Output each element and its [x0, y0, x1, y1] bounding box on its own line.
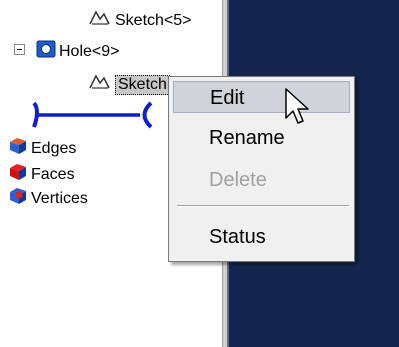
context-menu: Edit Rename Delete Status [168, 76, 355, 262]
edges-icon [8, 137, 28, 160]
tree-connector-icon [32, 101, 153, 129]
tree-item-faces[interactable]: Faces [8, 163, 75, 186]
tree-item-label: Faces [31, 165, 75, 183]
faces-icon [8, 163, 28, 186]
tree-item-hole-9[interactable]: Hole<9> [36, 40, 120, 63]
menu-item-edit[interactable]: Edit [173, 81, 350, 113]
tree-item-vertices[interactable]: Vertices [8, 187, 88, 210]
sketch-icon [88, 9, 112, 32]
menu-item-status[interactable]: Status [173, 221, 350, 253]
menu-item-rename[interactable]: Rename [173, 122, 350, 154]
collapse-toggle-hole[interactable] [14, 44, 25, 55]
tree-item-label: Edges [31, 139, 77, 157]
sketch-icon [88, 73, 112, 96]
menu-item-delete[interactable]: Delete [173, 164, 350, 196]
mouse-cursor-icon [285, 88, 309, 124]
tree-item-sketch-selected[interactable]: Sketch [88, 73, 170, 96]
tree-item-label: Vertices [31, 189, 88, 207]
hole-feature-icon [36, 40, 56, 63]
tree-item-edges[interactable]: Edges [8, 137, 76, 160]
vertices-icon [8, 187, 28, 210]
tree-item-label: Sketch<5> [115, 11, 192, 29]
tree-item-label: Hole<9> [59, 42, 120, 60]
menu-separator [177, 205, 349, 207]
tree-item-sketch-5[interactable]: Sketch<5> [88, 9, 192, 32]
tree-item-label: Sketch [115, 74, 170, 95]
